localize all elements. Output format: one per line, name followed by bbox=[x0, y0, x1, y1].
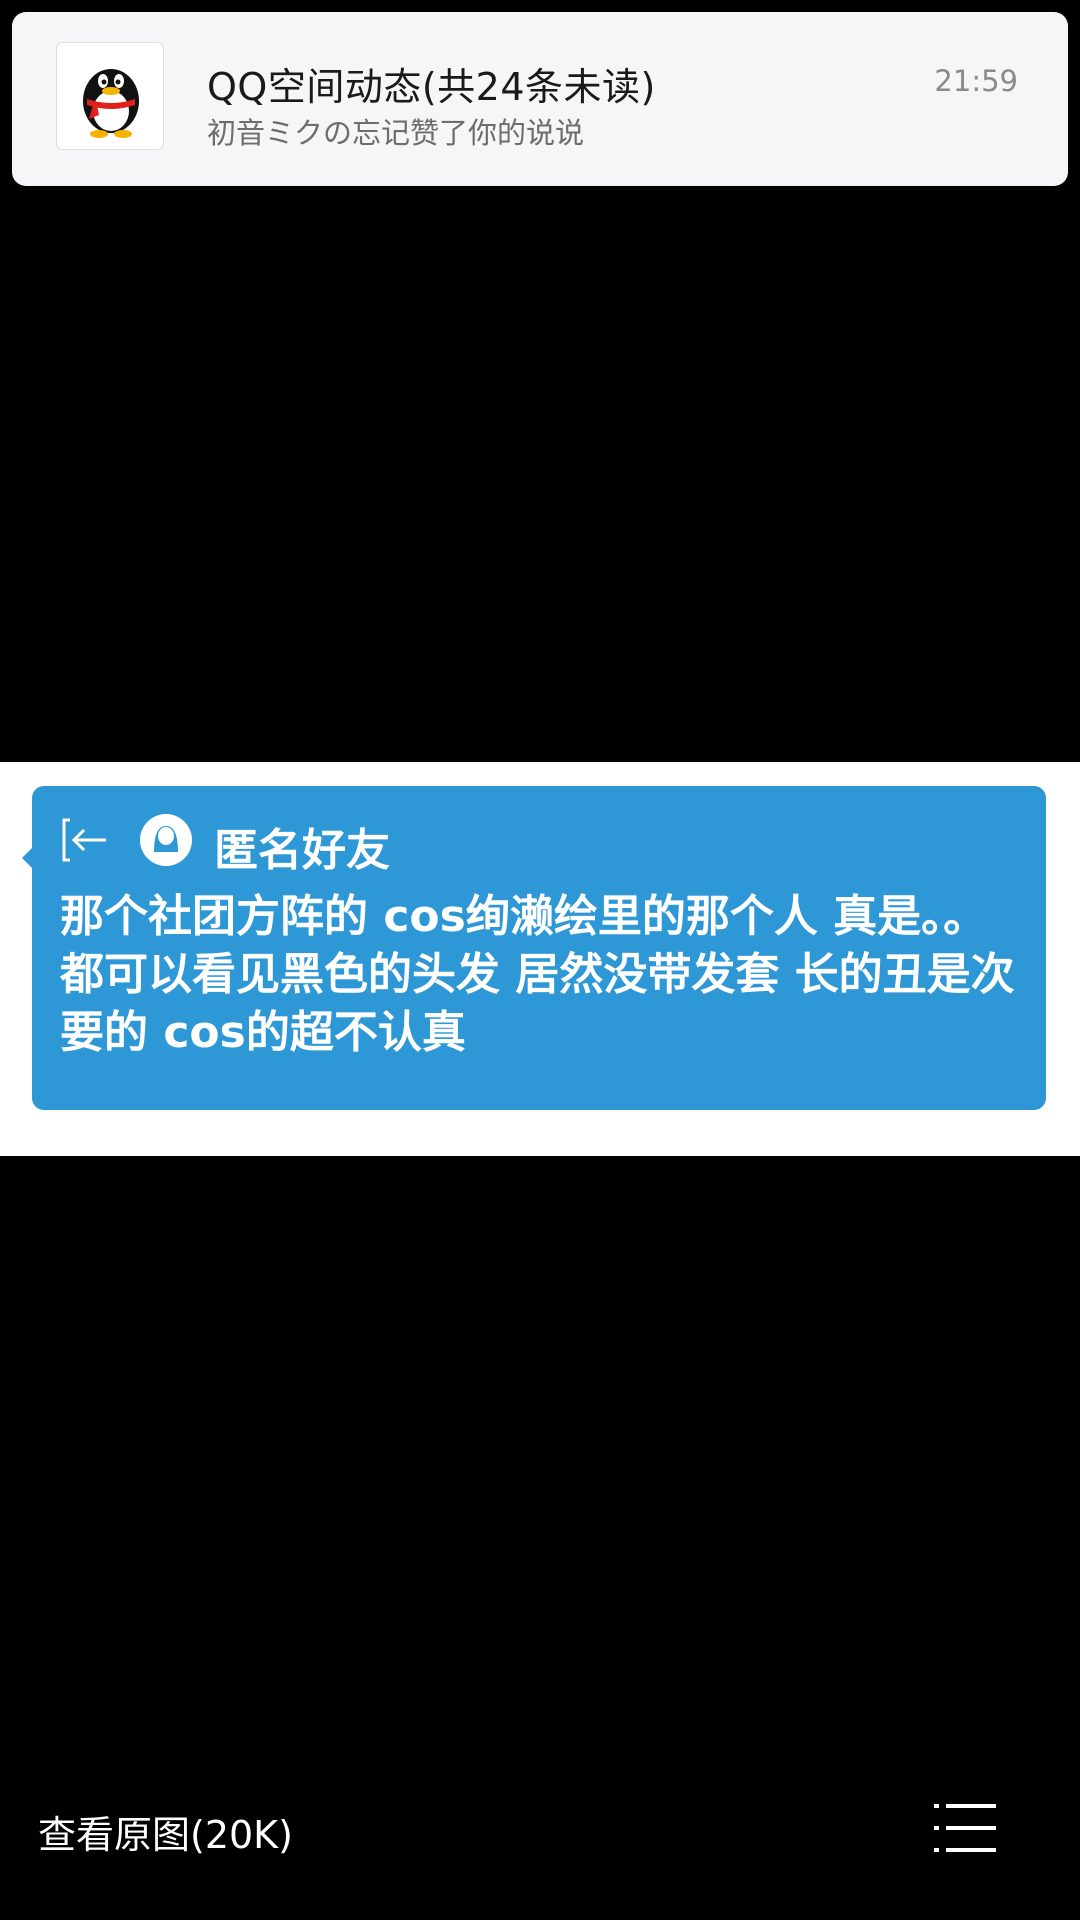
exit-arrow-icon bbox=[62, 818, 106, 862]
chat-bubble: 匿名好友 那个社团方阵的 cos绚濑绘里的那个人 真是。。都可以看见黑色的头发 … bbox=[22, 786, 1046, 1110]
notification-time: 21:59 bbox=[934, 64, 1018, 98]
message-text: 那个社团方阵的 cos绚濑绘里的那个人 真是。。都可以看见黑色的头发 居然没带发… bbox=[60, 891, 1015, 1058]
qq-penguin-icon bbox=[83, 69, 139, 138]
view-original-button[interactable]: 查看原图(20K) bbox=[38, 1804, 293, 1859]
notification-banner[interactable]: QQ空间动态(共24条未读) 初音ミクの忘记赞了你的说说 21:59 bbox=[12, 12, 1068, 186]
image-viewer-screen: QQ空间动态(共24条未读) 初音ミクの忘记赞了你的说说 21:59 匿名好友 … bbox=[0, 0, 1080, 1920]
notification-body: 初音ミクの忘记赞了你的说说 bbox=[207, 116, 585, 150]
anonymous-avatar-icon bbox=[140, 814, 192, 866]
notification-title: QQ空间动态(共24条未读) bbox=[207, 65, 656, 109]
viewed-image[interactable]: 匿名好友 那个社团方阵的 cos绚濑绘里的那个人 真是。。都可以看见黑色的头发 … bbox=[0, 762, 1080, 1156]
list-menu-icon[interactable] bbox=[934, 1802, 998, 1854]
sender-name: 匿名好友 bbox=[214, 825, 390, 876]
qq-app-icon bbox=[56, 42, 164, 150]
